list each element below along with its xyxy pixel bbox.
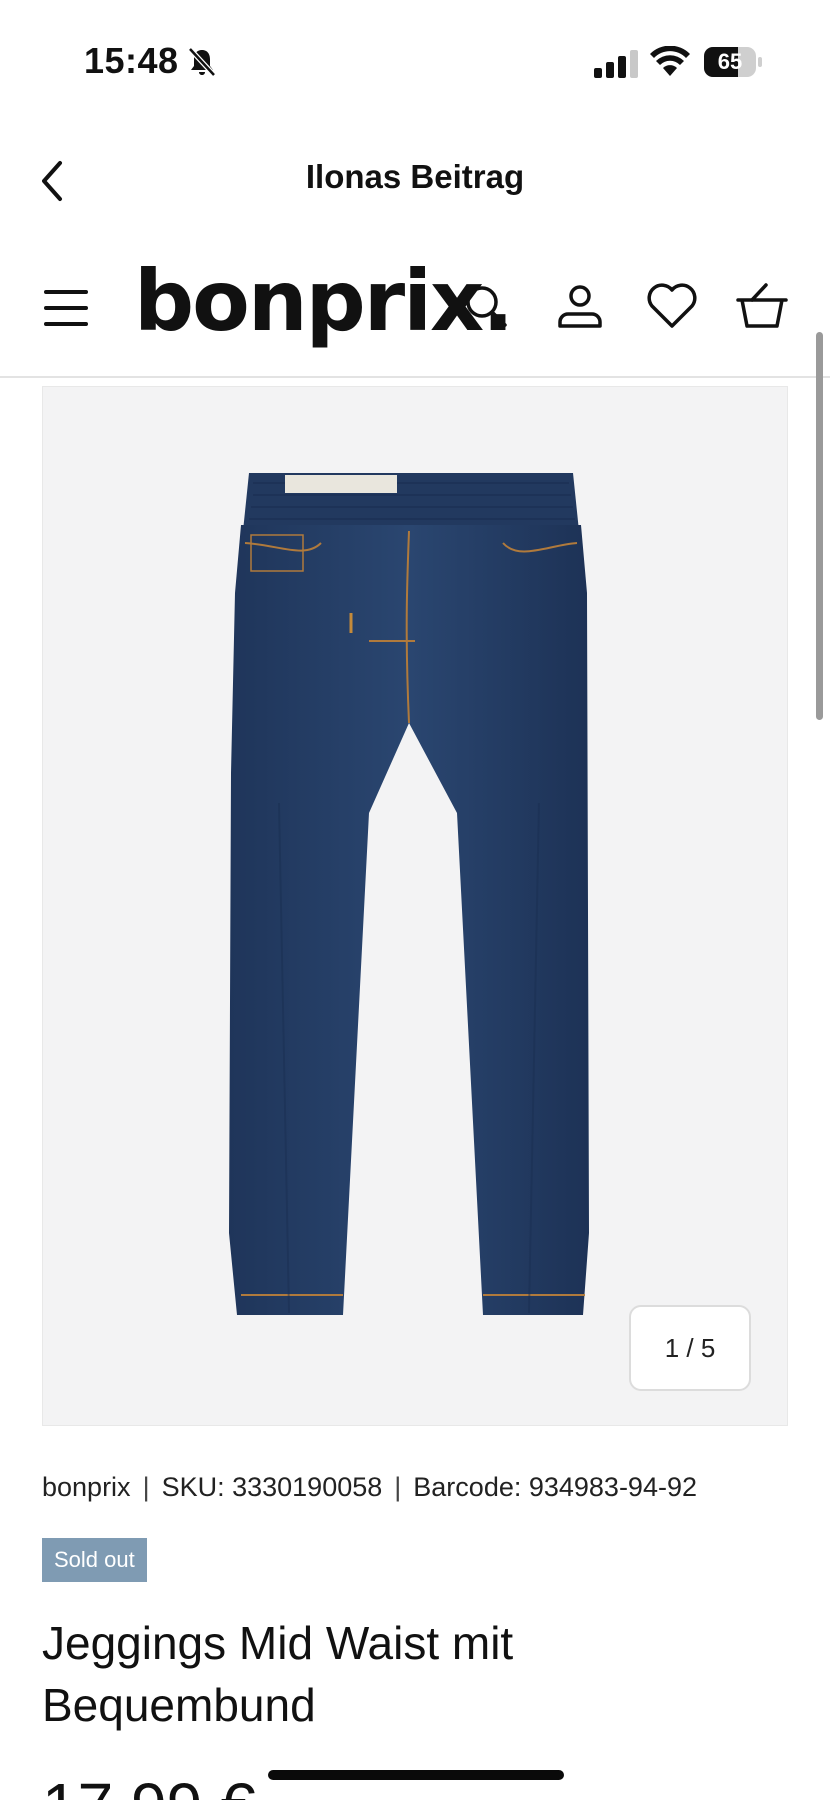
meta-separator: | xyxy=(142,1472,150,1502)
image-counter[interactable]: 1 / 5 xyxy=(629,1305,751,1391)
home-indicator[interactable] xyxy=(268,1770,564,1780)
product-title: Jeggings Mid Waist mit Bequembund xyxy=(42,1617,514,1731)
status-time: 15:48 xyxy=(84,40,179,81)
wifi-icon xyxy=(650,46,690,76)
sold-out-badge: Sold out xyxy=(42,1538,147,1582)
meta-separator: | xyxy=(394,1472,402,1502)
product-meta-line: bonprix | SKU: 3330190058 | Barcode: 934… xyxy=(42,1472,697,1503)
product-sku: SKU: 3330190058 xyxy=(161,1472,383,1502)
store-logo[interactable]: bonprix. xyxy=(134,246,514,356)
product-barcode: Barcode: 934983-94-92 xyxy=(413,1472,697,1502)
heart-wishlist-icon[interactable] xyxy=(644,278,700,334)
hamburger-menu-icon[interactable] xyxy=(44,288,90,328)
jeans-product-image xyxy=(229,473,589,1315)
nav-header: Ilonas Beitrag xyxy=(0,130,830,230)
battery-level-text: 65 xyxy=(717,49,743,74)
product-price: 17,99 € xyxy=(42,1774,256,1800)
page-scrollbar[interactable] xyxy=(816,332,823,720)
shopping-basket-icon[interactable] xyxy=(734,278,790,334)
user-account-icon[interactable] xyxy=(552,278,608,334)
product-brand: bonprix xyxy=(42,1472,131,1502)
bell-muted-icon xyxy=(188,47,216,77)
search-icon[interactable] xyxy=(458,278,514,334)
status-bar: 15:48 65 xyxy=(0,0,830,120)
nav-title: Ilonas Beitrag xyxy=(305,158,525,195)
product-image-gallery[interactable]: 1 / 5 xyxy=(42,386,788,1426)
battery-icon: 65 xyxy=(704,47,762,77)
store-header: bonprix. xyxy=(0,238,830,378)
cellular-signal-icon xyxy=(594,50,638,78)
